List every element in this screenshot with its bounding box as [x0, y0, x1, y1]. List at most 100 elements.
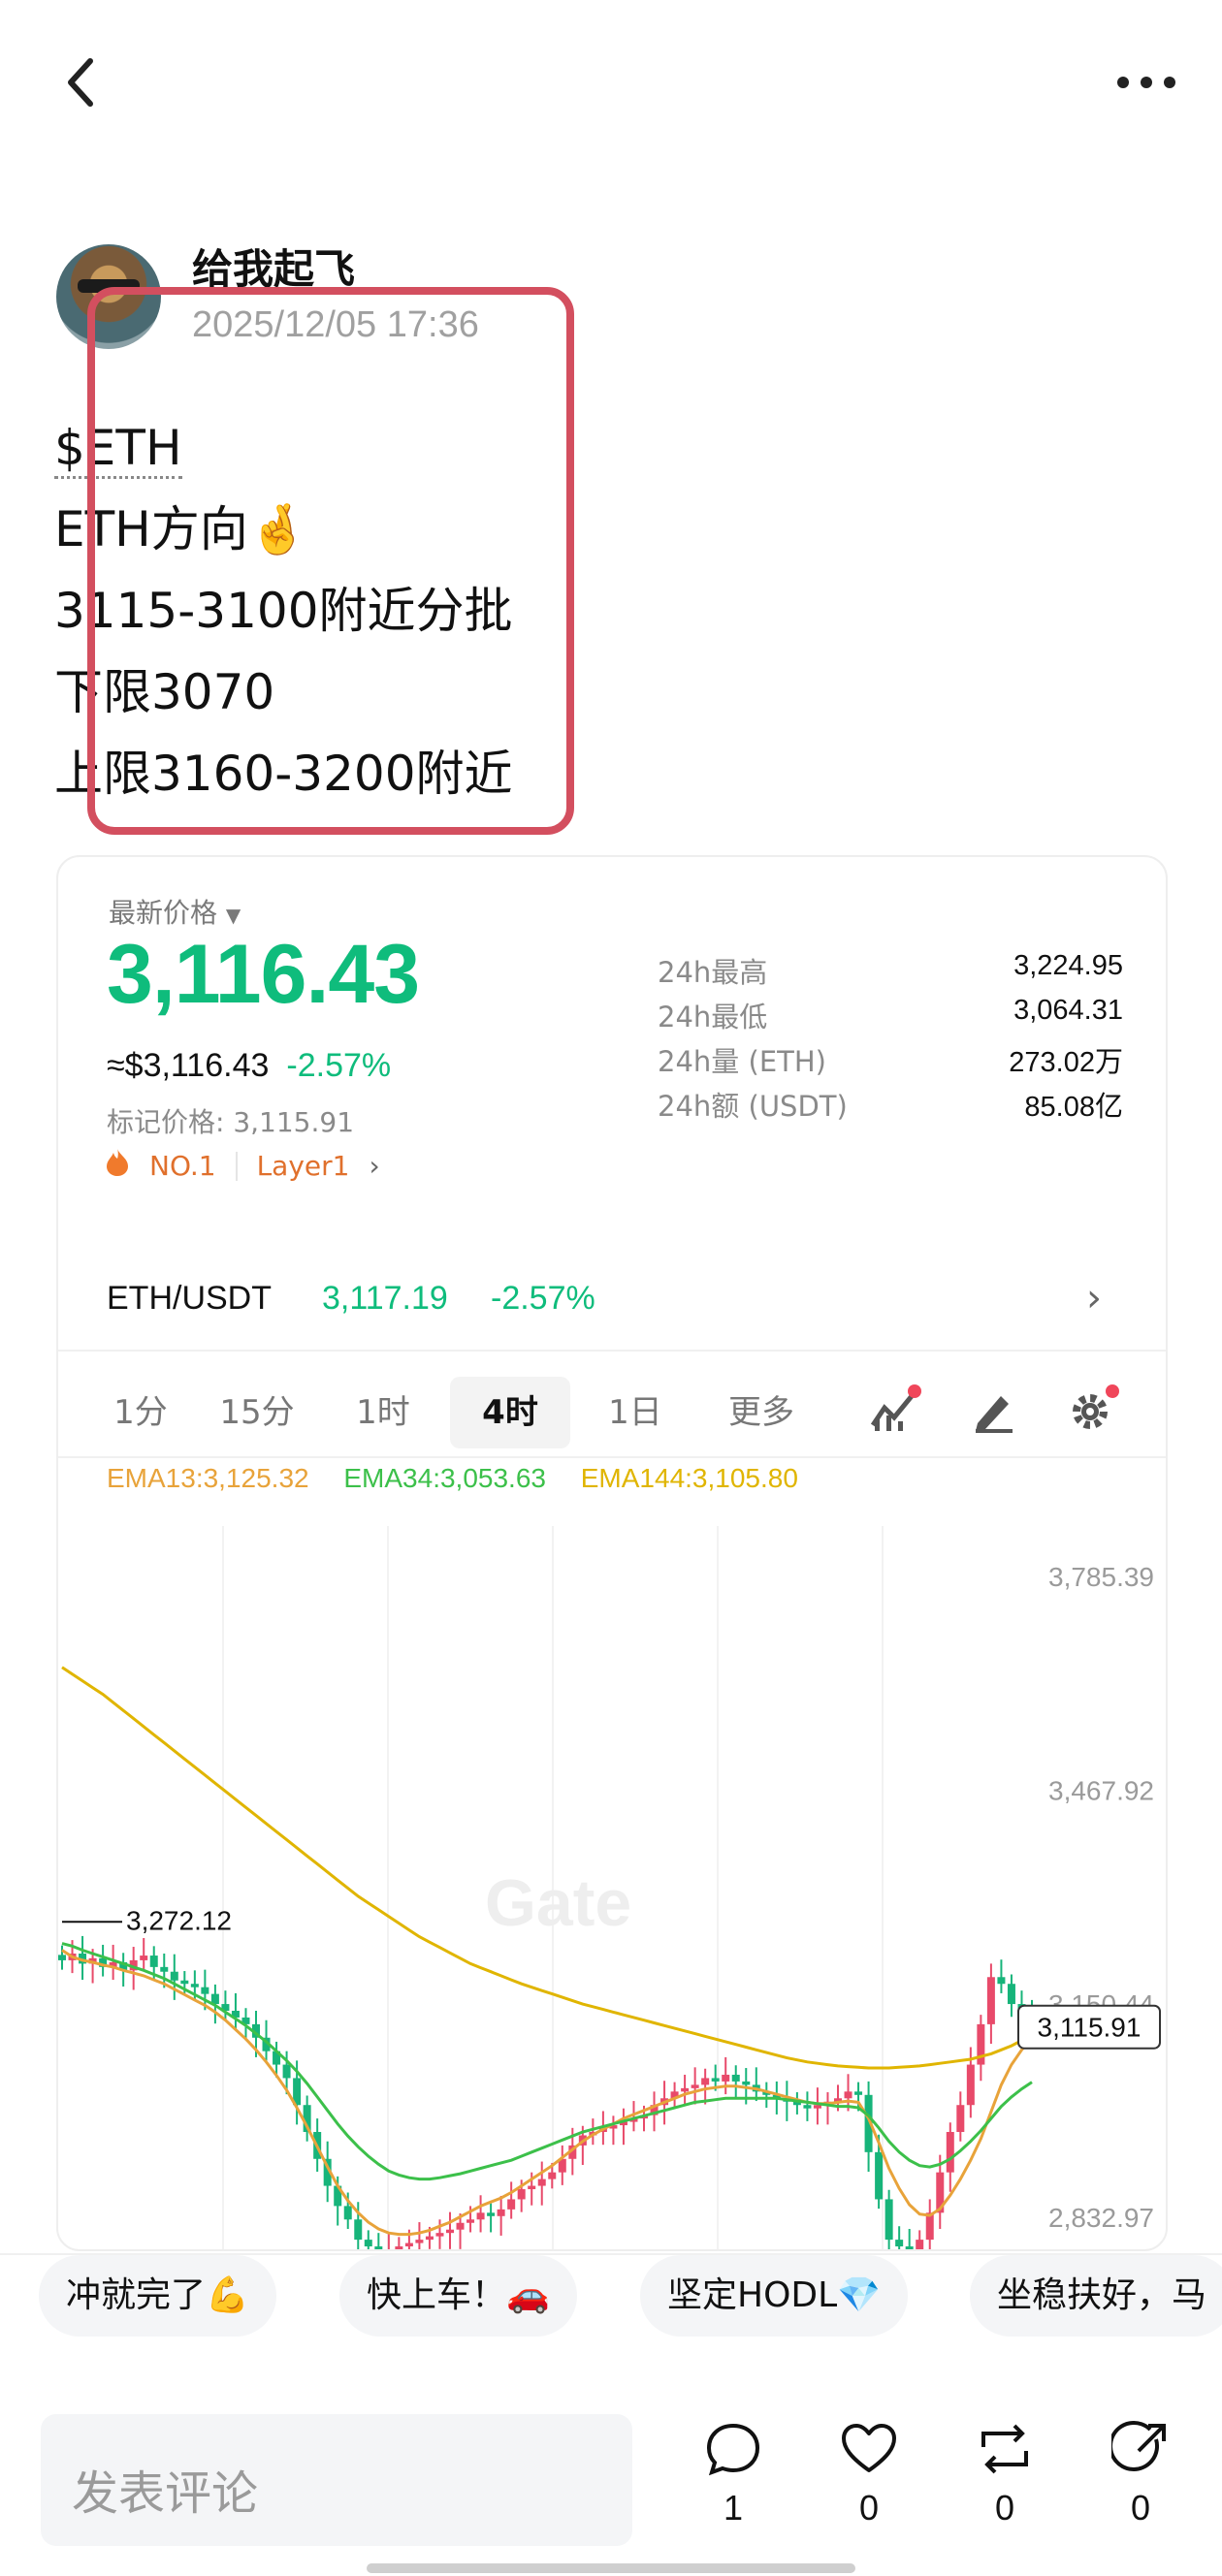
candle-body	[528, 2185, 536, 2190]
candle-body	[548, 2172, 557, 2179]
candle-body	[722, 2074, 730, 2082]
candle-body	[946, 2132, 954, 2173]
market-card[interactable]: 最新价格 ▼ 3,116.43 ≈$3,116.43 -2.57% 标记价格: 3…	[56, 855, 1168, 2251]
repost-button[interactable]: 0	[966, 2420, 1044, 2528]
candle-body	[456, 2222, 465, 2230]
candle-body	[190, 1984, 199, 1988]
stat-row: 24h额 (USDT) 85.08亿	[658, 1090, 1123, 1123]
high-marker-label: 3,272.12	[126, 1905, 232, 1935]
candle-body	[160, 1966, 169, 1972]
candle-body	[425, 2236, 434, 2241]
candle-body	[140, 1956, 148, 1960]
candle-body	[466, 2219, 475, 2223]
candle-body	[997, 1977, 1006, 1985]
candle-body	[966, 2064, 975, 2106]
comment-count: 1	[723, 2488, 744, 2528]
candle-body	[343, 2206, 352, 2220]
candle-body	[487, 2212, 496, 2216]
top-bar	[0, 0, 1222, 175]
candle-body	[742, 2081, 751, 2085]
caret-down-icon: ▼	[225, 904, 241, 927]
bottom-bar: 冲就完了💪 快上车！🚗 坚定HODL💎 坐稳扶好，马 发表评论 1 0 0 0	[0, 2253, 1222, 2576]
candle-body	[149, 1956, 158, 1967]
highlight-annotation	[87, 287, 574, 835]
ema144-label: EMA144:3,105.80	[580, 1463, 798, 1493]
comment-button[interactable]: 1	[694, 2420, 772, 2528]
candle-body	[681, 2087, 690, 2092]
tab-1h[interactable]: 1时	[330, 1377, 436, 1448]
candle-body	[986, 1977, 995, 2024]
comment-input[interactable]: 发表评论	[41, 2414, 632, 2546]
category-tag[interactable]: Layer1	[257, 1150, 350, 1182]
timeframe-bar: 1分 15分 1时 4时 1日 更多	[58, 1352, 1166, 1458]
candle-body	[282, 2064, 291, 2079]
share-icon	[1111, 2421, 1166, 2471]
candle-body	[691, 2084, 699, 2088]
y-tick-label: 3,785.39	[1048, 1562, 1154, 1592]
candle-body	[374, 2246, 383, 2249]
candle-body	[395, 2246, 403, 2249]
latest-price-label[interactable]: 最新价格 ▼	[109, 892, 241, 931]
ema-line-ema34	[61, 1942, 1033, 2181]
stat-row: 24h最低 3,064.31	[658, 995, 1123, 1034]
pair-price: 3,117.19	[322, 1280, 448, 1317]
y-tick-label: 3,467.92	[1048, 1775, 1154, 1805]
candle-body	[956, 2105, 965, 2132]
candle-body	[1007, 1984, 1015, 2005]
tab-15m[interactable]: 15分	[204, 1377, 310, 1448]
tab-more[interactable]: 更多	[708, 1377, 815, 1448]
candle-body	[58, 1955, 66, 1960]
candle-body	[895, 2240, 904, 2247]
pair-name: ETH/USDT	[107, 1280, 272, 1317]
share-button[interactable]: 0	[1102, 2420, 1179, 2528]
candle-body	[476, 2212, 485, 2220]
pair-change: -2.57%	[491, 1280, 595, 1317]
pair-row[interactable]: ETH/USDT 3,117.19 -2.57% ›	[58, 1245, 1166, 1352]
repost-count: 0	[994, 2488, 1015, 2528]
comment-bubble-icon	[706, 2423, 760, 2476]
candle-body	[803, 2105, 812, 2109]
indicator-icon[interactable]	[869, 1384, 921, 1435]
tab-1d[interactable]: 1日	[582, 1377, 689, 1448]
candle-body	[364, 2240, 372, 2247]
latest-price: 3,116.43	[107, 928, 420, 1021]
candlestick-chart[interactable]: Gate3,785.393,467.923,150.442,832.973,27…	[58, 1526, 1168, 2251]
mark-price: 标记价格: 3,115.91	[107, 1106, 355, 1138]
candle-body	[916, 2240, 924, 2249]
reaction-chip[interactable]: 快上车！🚗	[339, 2255, 577, 2337]
tab-1m[interactable]: 1分	[87, 1377, 194, 1448]
share-count: 0	[1130, 2488, 1151, 2528]
chevron-right-icon: ›	[369, 1150, 380, 1182]
ema34-label: EMA34:3,053.63	[343, 1463, 546, 1493]
reaction-chip[interactable]: 冲就完了💪	[39, 2255, 276, 2337]
ema13-label: EMA13:3,125.32	[107, 1463, 309, 1493]
back-button[interactable]	[53, 53, 112, 111]
repost-icon	[981, 2424, 1028, 2474]
candle-body	[497, 2209, 505, 2216]
candle-body	[404, 2242, 413, 2247]
candle-body	[415, 2240, 424, 2243]
candle-body	[875, 2151, 884, 2200]
candle-body	[701, 2078, 710, 2085]
watermark: Gate	[485, 1866, 631, 1940]
candle-body	[731, 2074, 740, 2082]
rank-tag[interactable]: NO.1	[149, 1150, 216, 1182]
tag-row[interactable]: NO.1 Layer1 ›	[105, 1148, 380, 1184]
reaction-chip[interactable]: 坐稳扶好，马	[970, 2255, 1222, 2337]
tab-4h[interactable]: 4时	[450, 1377, 570, 1448]
candle-body	[711, 2078, 720, 2082]
like-button[interactable]: 0	[830, 2420, 908, 2528]
candle-body	[180, 1980, 189, 1985]
reaction-chip[interactable]: 坚定HODL💎	[640, 2255, 909, 2337]
heart-icon	[842, 2424, 896, 2472]
candle-body	[905, 2246, 914, 2249]
more-options-button[interactable]	[1115, 68, 1177, 97]
candle-body	[446, 2229, 454, 2234]
stat-row: 24h量 (ETH) 273.02万	[658, 1045, 1123, 1078]
y-tick-label: 2,832.97	[1048, 2203, 1154, 2233]
change-percent: -2.57%	[286, 1047, 392, 1084]
draw-pen-icon[interactable]	[970, 1386, 1018, 1435]
ellipsis-icon	[1117, 77, 1175, 88]
stats-panel: 24h最高 3,224.95 24h最低 3,064.31 24h量 (ETH) 27…	[658, 950, 1123, 1129]
gear-icon[interactable]	[1067, 1384, 1119, 1435]
